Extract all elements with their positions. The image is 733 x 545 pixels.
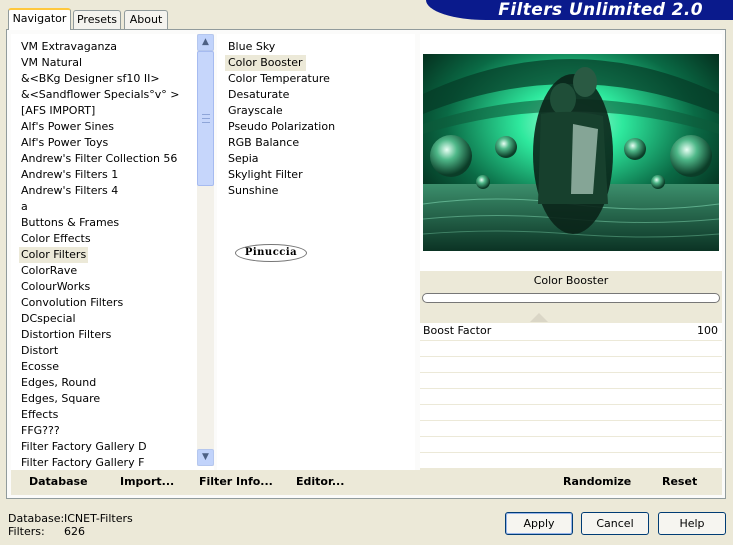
empty-param-row — [420, 373, 722, 388]
category-item[interactable]: Andrew's Filter Collection 56 — [19, 151, 179, 167]
category-item[interactable]: Distortion Filters — [19, 327, 113, 343]
category-item[interactable]: Edges, Square — [19, 391, 102, 407]
filter-item[interactable]: Color Temperature — [225, 71, 333, 87]
help-button[interactable]: Help — [658, 512, 726, 535]
category-item[interactable]: VM Extravaganza — [19, 39, 119, 55]
empty-param-row — [420, 453, 722, 468]
category-item[interactable]: VM Natural — [19, 55, 84, 71]
empty-param-row — [420, 437, 722, 452]
boost-factor-slider[interactable]: Boost Factor 100 — [420, 323, 722, 340]
empty-param-row — [420, 389, 722, 404]
category-item[interactable]: Filter Factory Gallery F — [19, 455, 146, 470]
param-value: 100 — [697, 324, 718, 337]
category-item[interactable]: Color Effects — [19, 231, 93, 247]
filter-item[interactable]: Pseudo Polarization — [225, 119, 338, 135]
preview-artwork — [423, 54, 719, 251]
bottom-toolbar: Database Import... Filter Info... Editor… — [11, 470, 722, 495]
progress-bar — [422, 293, 720, 303]
chevron-up-icon[interactable]: ▲ — [197, 34, 214, 51]
category-item[interactable]: Edges, Round — [19, 375, 98, 391]
category-item[interactable]: &<Sandflower Specials°v° > — [19, 87, 182, 103]
preview-image — [423, 54, 719, 251]
category-item[interactable]: Convolution Filters — [19, 295, 125, 311]
empty-param-row — [420, 357, 722, 372]
filter-item[interactable]: Skylight Filter — [225, 167, 306, 183]
scrollbar-thumb[interactable] — [197, 51, 214, 186]
category-item[interactable]: [AFS IMPORT] — [19, 103, 97, 119]
category-item[interactable]: Color Filters — [19, 247, 89, 263]
category-item[interactable]: FFG??? — [19, 423, 62, 439]
category-item[interactable]: a — [19, 199, 30, 215]
empty-param-row — [420, 421, 722, 436]
filters-count-label: Filters: — [8, 525, 45, 538]
category-item[interactable]: ColorRave — [19, 263, 79, 279]
preview-panel: Color Booster Boost Factor 100 — [420, 34, 722, 470]
category-item[interactable]: Buttons & Frames — [19, 215, 121, 231]
filter-item[interactable]: Sunshine — [225, 183, 281, 199]
filter-item[interactable]: RGB Balance — [225, 135, 302, 151]
grip-icon — [202, 114, 210, 123]
category-item[interactable]: ColourWorks — [19, 279, 92, 295]
editor-button[interactable]: Editor... — [296, 475, 344, 489]
empty-param-row — [420, 405, 722, 420]
category-item[interactable]: Alf's Power Sines — [19, 119, 116, 135]
param-label: Boost Factor — [423, 324, 492, 337]
tab-about[interactable]: About — [124, 10, 168, 29]
chevron-down-icon[interactable]: ▼ — [197, 449, 214, 466]
database-button[interactable]: Database — [29, 475, 88, 489]
filter-item[interactable]: Color Booster — [225, 55, 306, 71]
filters-count-value: 626 — [64, 525, 85, 538]
category-list[interactable]: VM Extravaganza VM Natural &<BKg Designer… — [11, 34, 214, 470]
filter-item[interactable]: Sepia — [225, 151, 262, 167]
database-value: ICNET-Filters — [64, 512, 133, 525]
category-item[interactable]: Filter Factory Gallery D — [19, 439, 149, 455]
app-title: Filters Unlimited 2.0 — [498, 0, 703, 20]
filter-item[interactable]: Grayscale — [225, 103, 286, 119]
category-item[interactable]: DCspecial — [19, 311, 78, 327]
filter-title: Color Booster — [533, 274, 609, 287]
category-item[interactable]: Distort — [19, 343, 60, 359]
category-item[interactable]: Andrew's Filters 4 — [19, 183, 120, 199]
category-item[interactable]: Andrew's Filters 1 — [19, 167, 120, 183]
randomize-button[interactable]: Randomize — [563, 475, 631, 489]
apply-button[interactable]: Apply — [505, 512, 573, 535]
filter-item[interactable]: Desaturate — [225, 87, 292, 103]
category-item[interactable]: &<BKg Designer sf10 II> — [19, 71, 162, 87]
category-item[interactable]: Ecosse — [19, 359, 61, 375]
tab-presets[interactable]: Presets — [73, 10, 121, 29]
author-logo: Pinuccia — [235, 244, 307, 262]
category-scrollbar[interactable]: ▲ ▼ — [197, 34, 214, 466]
empty-param-row — [420, 341, 722, 356]
tab-navigator[interactable]: Navigator — [8, 8, 71, 30]
import-button[interactable]: Import... — [120, 475, 174, 489]
filter-info-button[interactable]: Filter Info... — [199, 475, 273, 489]
title-banner: Filters Unlimited 2.0 — [426, 0, 733, 20]
database-label: Database: — [8, 512, 65, 525]
filter-item[interactable]: Blue Sky — [225, 39, 278, 55]
filter-controls: Color Booster Boost Factor 100 — [420, 271, 722, 470]
category-item[interactable]: Alf's Power Toys — [19, 135, 110, 151]
cancel-button[interactable]: Cancel — [581, 512, 649, 535]
slider-marker — [530, 313, 548, 322]
navigator-panel: VM Extravaganza VM Natural &<BKg Designer… — [6, 29, 726, 499]
filter-list[interactable]: Blue Sky Color Booster Color Temperature De… — [217, 34, 415, 470]
reset-button[interactable]: Reset — [662, 475, 697, 489]
category-item[interactable]: Effects — [19, 407, 60, 423]
